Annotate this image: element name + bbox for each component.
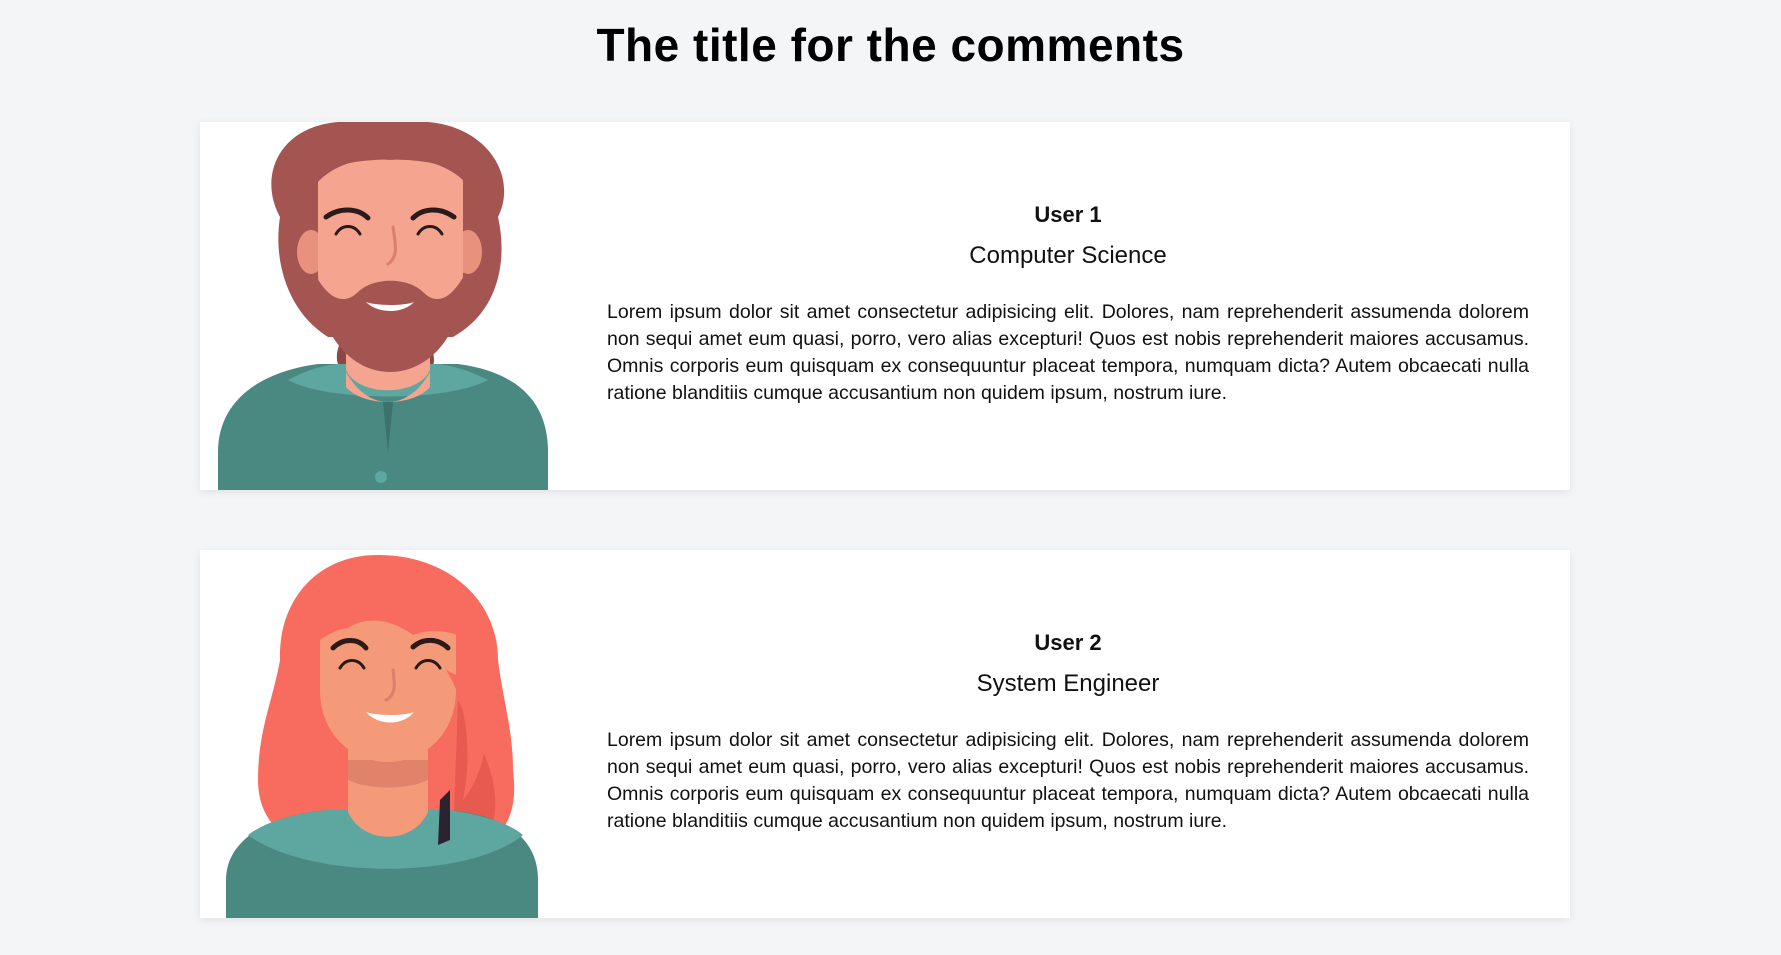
page-title: The title for the comments: [596, 19, 1185, 71]
red-haired-woman-avatar-icon: [226, 555, 538, 918]
comment-body: User 2 System Engineer Lorem ipsum dolor…: [607, 630, 1529, 835]
comment-text: Lorem ipsum dolor sit amet consectetur a…: [607, 301, 1529, 404]
user-name: User 2: [1034, 630, 1102, 655]
comment-card: User 1 Computer Science Lorem ipsum dolo…: [200, 122, 1570, 490]
comment-body: User 1 Computer Science Lorem ipsum dolo…: [607, 202, 1529, 407]
comment-text: Lorem ipsum dolor sit amet consectetur a…: [607, 729, 1529, 832]
user-role: System Engineer: [976, 670, 1160, 697]
bearded-man-avatar-icon: [218, 122, 548, 490]
user-role: Computer Science: [969, 242, 1167, 269]
user-name: User 1: [1034, 202, 1102, 227]
comment-card: User 2 System Engineer Lorem ipsum dolor…: [200, 550, 1570, 918]
